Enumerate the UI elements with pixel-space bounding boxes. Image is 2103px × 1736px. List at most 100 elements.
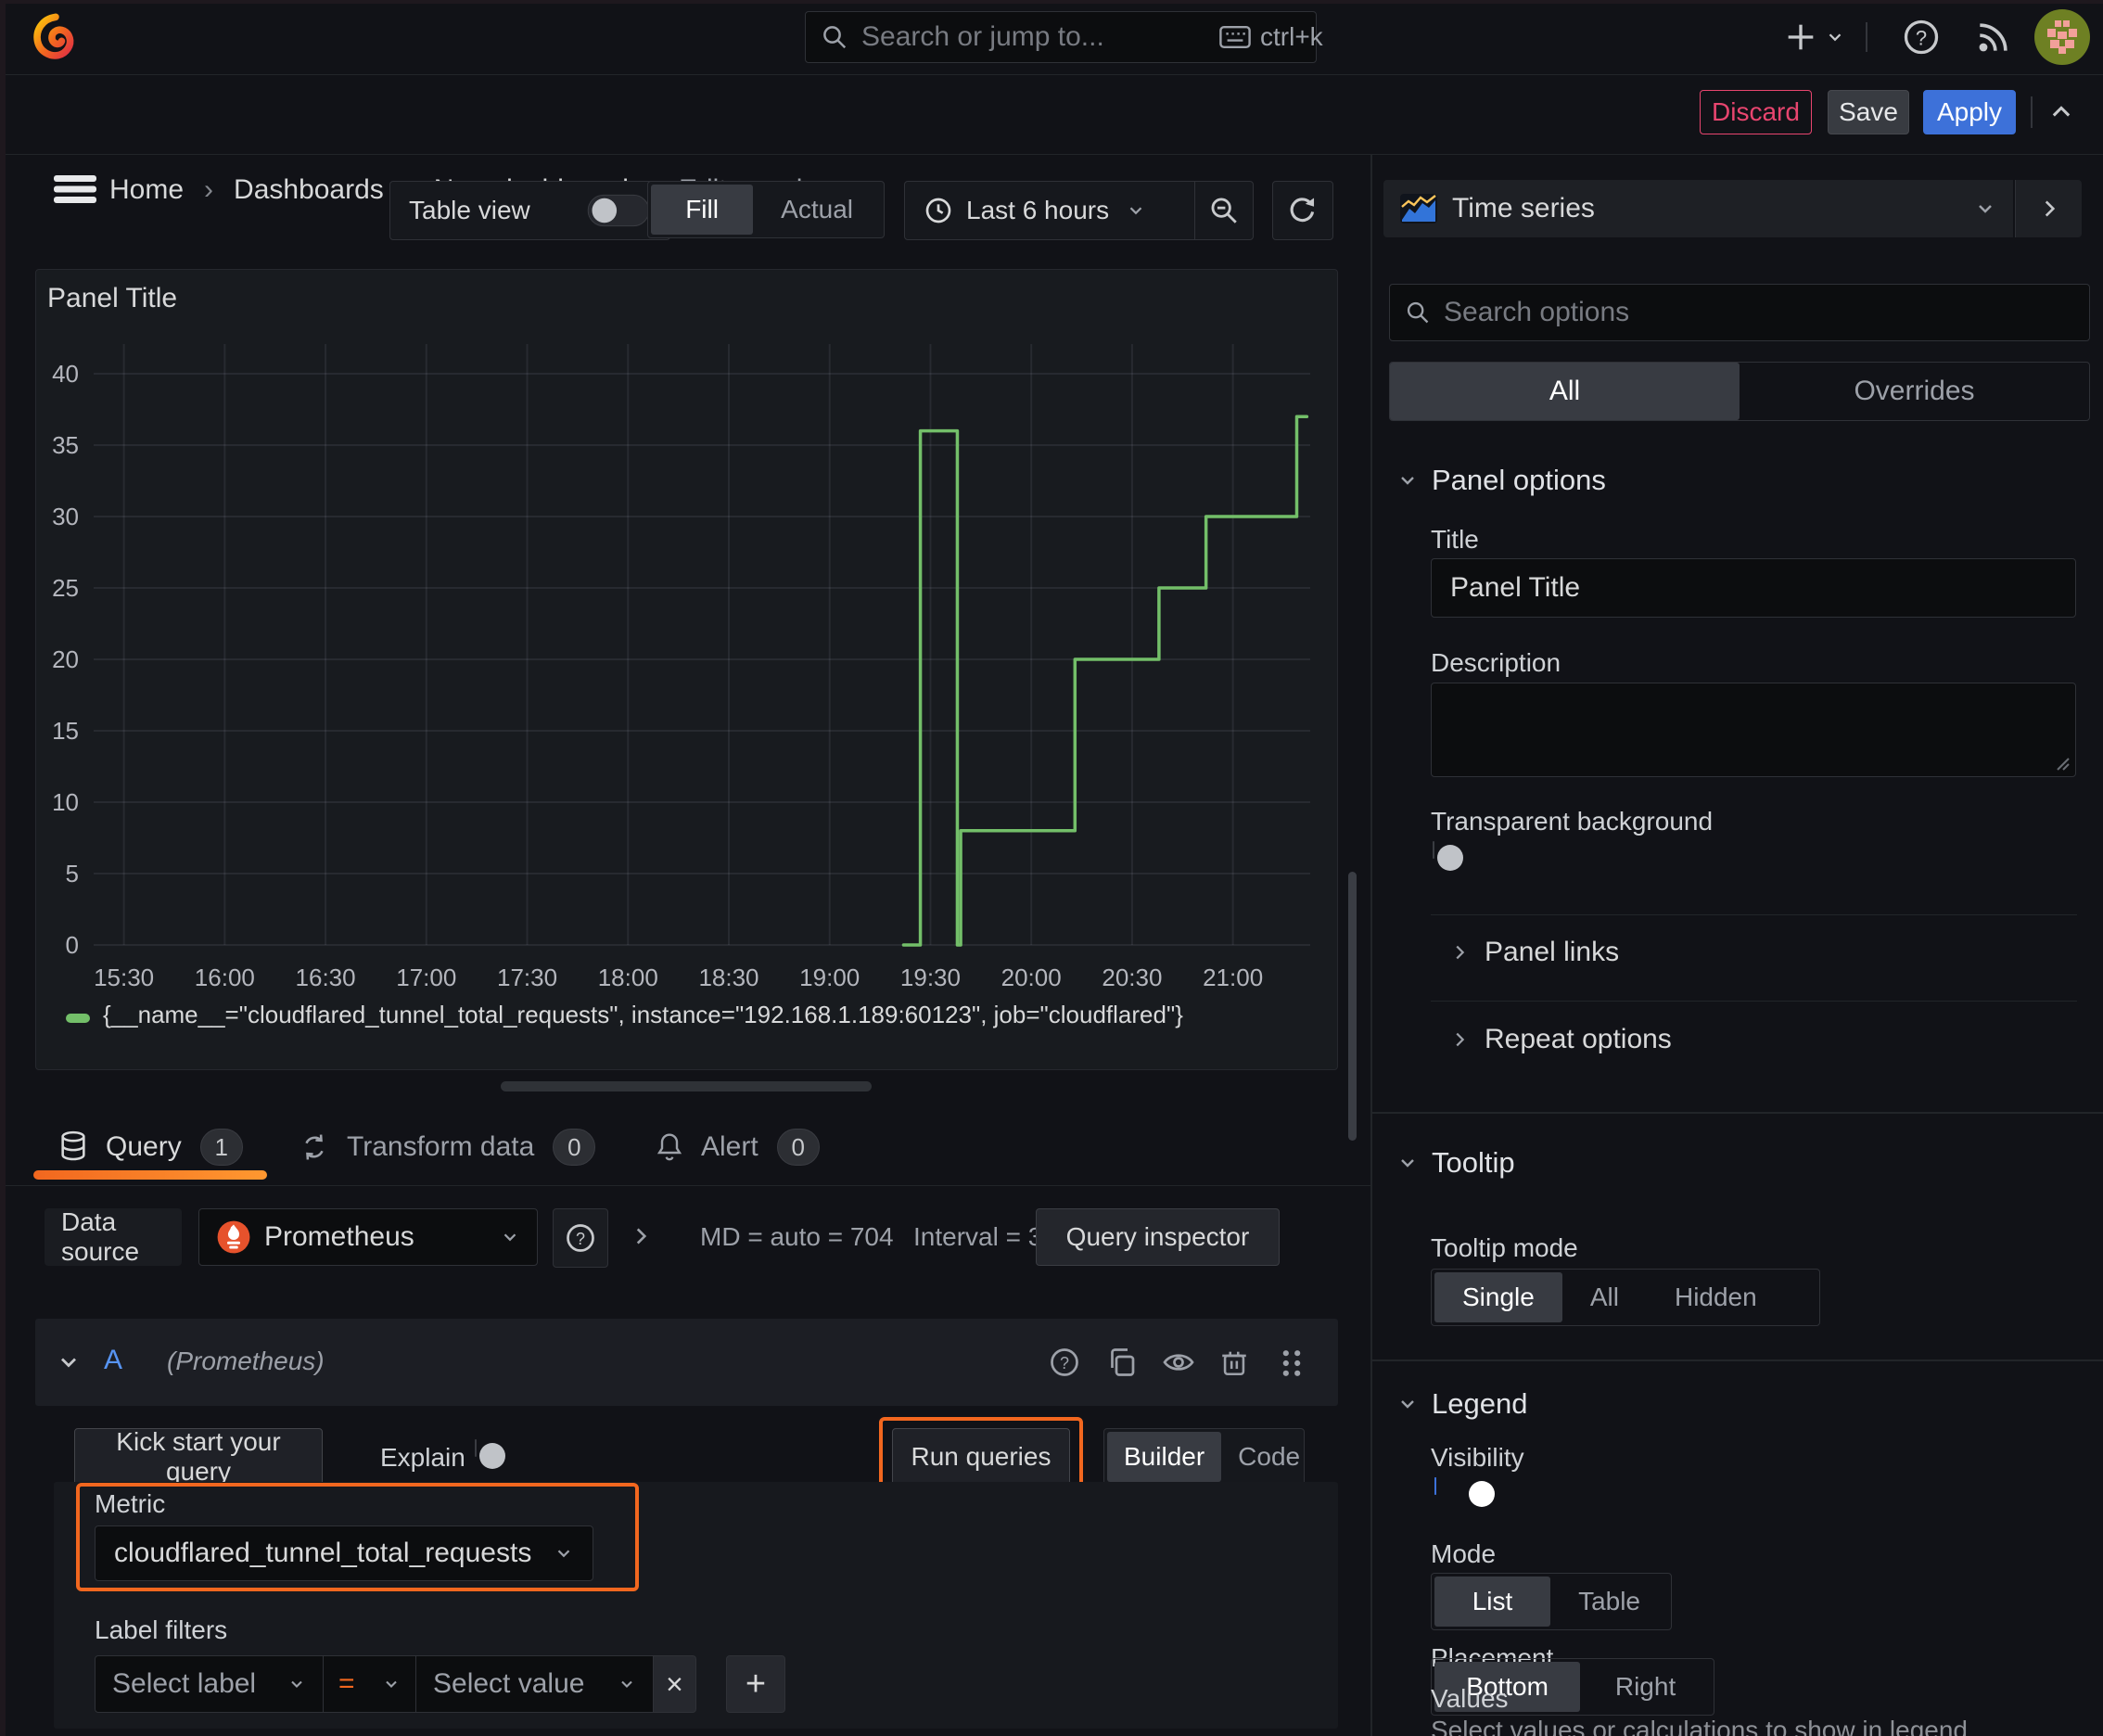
group-divider bbox=[1372, 1359, 2103, 1361]
legend-placement-right[interactable]: Right bbox=[1580, 1662, 1711, 1712]
transparent-background-toggle[interactable] bbox=[1433, 841, 1463, 871]
breadcrumb-bar: Home › Dashboards › New dashboard › Edit… bbox=[0, 75, 2103, 205]
chevron-down-icon bbox=[618, 1675, 636, 1693]
select-value-dropdown[interactable]: Select value bbox=[416, 1655, 654, 1713]
svg-text:19:00: 19:00 bbox=[799, 964, 860, 991]
explain-toggle[interactable] bbox=[475, 1439, 505, 1469]
run-queries-button[interactable]: Run queries bbox=[892, 1428, 1070, 1486]
repeat-options-section-header[interactable]: Repeat options bbox=[1449, 1024, 1672, 1055]
chevron-right-icon bbox=[1449, 942, 1470, 963]
legend-section-header[interactable]: Legend bbox=[1396, 1387, 1527, 1421]
description-textarea[interactable] bbox=[1431, 683, 2076, 777]
repeat-options-heading: Repeat options bbox=[1485, 1024, 1672, 1054]
svg-text:35: 35 bbox=[52, 431, 79, 459]
tooltip-mode-all[interactable]: All bbox=[1562, 1272, 1647, 1322]
window-edge-left bbox=[0, 0, 6, 1736]
expand-options-chevron-icon[interactable] bbox=[629, 1222, 653, 1250]
max-datapoints-stat: MD = auto = 704 bbox=[700, 1222, 894, 1251]
datasource-help-button[interactable]: ? bbox=[553, 1208, 608, 1268]
tab-alert[interactable]: Alert 0 bbox=[655, 1124, 820, 1170]
tab-transform-data[interactable]: Transform data 0 bbox=[299, 1124, 596, 1170]
search-icon bbox=[1405, 300, 1431, 326]
legend-mode-list[interactable]: List bbox=[1434, 1576, 1551, 1627]
tooltip-mode-hidden[interactable]: Hidden bbox=[1647, 1272, 1785, 1322]
operator-dropdown[interactable]: = bbox=[324, 1655, 416, 1713]
breadcrumb-dashboards[interactable]: Dashboards bbox=[234, 174, 384, 206]
refresh-button[interactable] bbox=[1272, 181, 1333, 240]
panel-title-input[interactable] bbox=[1431, 558, 2076, 618]
datasource-picker[interactable]: Prometheus bbox=[198, 1208, 538, 1266]
legend-mode-table[interactable]: Table bbox=[1550, 1576, 1668, 1627]
zoom-out-icon bbox=[1208, 195, 1240, 226]
legend-visibility-toggle[interactable] bbox=[1434, 1477, 1495, 1507]
pane-resize-handle[interactable] bbox=[501, 1081, 872, 1091]
panel-links-section-header[interactable]: Panel links bbox=[1449, 937, 1619, 968]
query-ref-id[interactable]: A bbox=[104, 1345, 122, 1376]
panel-options-section-header[interactable]: Panel options bbox=[1396, 464, 1606, 497]
vertical-scrollbar[interactable] bbox=[1348, 872, 1357, 1141]
menu-hamburger-icon[interactable] bbox=[54, 175, 96, 203]
table-view-toggle[interactable] bbox=[587, 194, 650, 227]
select-label-dropdown[interactable]: Select label bbox=[95, 1655, 324, 1713]
help-icon[interactable]: ? bbox=[1901, 17, 1942, 57]
hide-response-eye-icon[interactable] bbox=[1161, 1346, 1196, 1379]
svg-text:18:30: 18:30 bbox=[698, 964, 758, 991]
news-rss-icon[interactable] bbox=[1973, 17, 2014, 57]
global-search-input[interactable] bbox=[861, 21, 1219, 53]
options-tabs: All Overrides bbox=[1389, 362, 2090, 421]
save-button[interactable]: Save bbox=[1828, 90, 1909, 134]
metric-select[interactable]: cloudflared_tunnel_total_requests bbox=[95, 1525, 593, 1581]
prometheus-icon bbox=[216, 1219, 251, 1255]
explain-label: Explain bbox=[380, 1443, 465, 1472]
breadcrumb-home[interactable]: Home bbox=[109, 174, 184, 206]
time-range-button[interactable]: Last 6 hours bbox=[905, 196, 1194, 225]
grafana-logo-icon[interactable] bbox=[32, 13, 80, 61]
kick-start-query-button[interactable]: Kick start your query bbox=[74, 1427, 323, 1486]
remove-filter-button[interactable]: × bbox=[654, 1655, 696, 1713]
add-filter-button[interactable]: + bbox=[726, 1655, 785, 1713]
svg-text:17:00: 17:00 bbox=[396, 964, 456, 991]
tab-query-label: Query bbox=[106, 1131, 182, 1162]
delete-query-trash-icon[interactable] bbox=[1218, 1346, 1250, 1379]
duplicate-query-icon[interactable] bbox=[1105, 1346, 1139, 1379]
collapse-query-chevron-icon[interactable] bbox=[56, 1349, 82, 1375]
discard-button[interactable]: Discard bbox=[1700, 90, 1812, 134]
visualization-picker[interactable]: Time series bbox=[1383, 180, 2013, 237]
svg-text:15:30: 15:30 bbox=[94, 964, 154, 991]
label-filter-row: Select label = Select value × + bbox=[95, 1655, 785, 1713]
select-value-placeholder: Select value bbox=[433, 1668, 585, 1699]
query-help-icon[interactable]: ? bbox=[1048, 1346, 1081, 1379]
legend-series-label[interactable]: {__name__="cloudflared_tunnel_total_requ… bbox=[103, 1001, 1183, 1029]
active-tab-underline bbox=[33, 1170, 267, 1180]
zoom-out-button[interactable] bbox=[1195, 195, 1253, 226]
user-avatar[interactable] bbox=[2034, 9, 2090, 65]
collapse-pane-chevron-up-icon[interactable] bbox=[2046, 99, 2077, 125]
code-mode-option[interactable]: Code bbox=[1221, 1432, 1317, 1482]
svg-text:16:00: 16:00 bbox=[195, 964, 255, 991]
options-tab-overrides[interactable]: Overrides bbox=[1740, 363, 2089, 420]
svg-text:18:00: 18:00 bbox=[598, 964, 658, 991]
global-search-box[interactable]: ctrl+k bbox=[805, 11, 1323, 63]
tab-query[interactable]: Query 1 bbox=[57, 1124, 243, 1170]
chevron-down-icon bbox=[500, 1227, 520, 1247]
apply-button[interactable]: Apply bbox=[1923, 90, 2016, 134]
transparent-background-label: Transparent background bbox=[1431, 807, 1714, 836]
builder-mode-option[interactable]: Builder bbox=[1107, 1432, 1222, 1482]
title-field-label: Title bbox=[1431, 525, 1479, 554]
resize-handle-icon[interactable] bbox=[2054, 755, 2071, 772]
options-search-input[interactable] bbox=[1444, 297, 2074, 328]
query-inspector-button[interactable]: Query inspector bbox=[1036, 1208, 1280, 1266]
actual-option[interactable]: Actual bbox=[753, 185, 881, 235]
builder-code-switch: Builder Code bbox=[1103, 1428, 1305, 1486]
options-search-box[interactable] bbox=[1389, 284, 2090, 341]
tooltip-mode-single[interactable]: Single bbox=[1434, 1272, 1562, 1322]
toggle-viz-pane-button[interactable] bbox=[2015, 180, 2082, 237]
fill-option[interactable]: Fill bbox=[651, 185, 754, 235]
tooltip-section-header[interactable]: Tooltip bbox=[1396, 1146, 1515, 1180]
options-tab-all[interactable]: All bbox=[1390, 363, 1740, 420]
metric-value: cloudflared_tunnel_total_requests bbox=[114, 1538, 532, 1568]
drag-query-grip-icon[interactable] bbox=[1278, 1347, 1306, 1379]
svg-text:10: 10 bbox=[52, 788, 79, 816]
breadcrumb-border bbox=[0, 154, 2103, 155]
add-new-button[interactable] bbox=[1782, 15, 1845, 59]
